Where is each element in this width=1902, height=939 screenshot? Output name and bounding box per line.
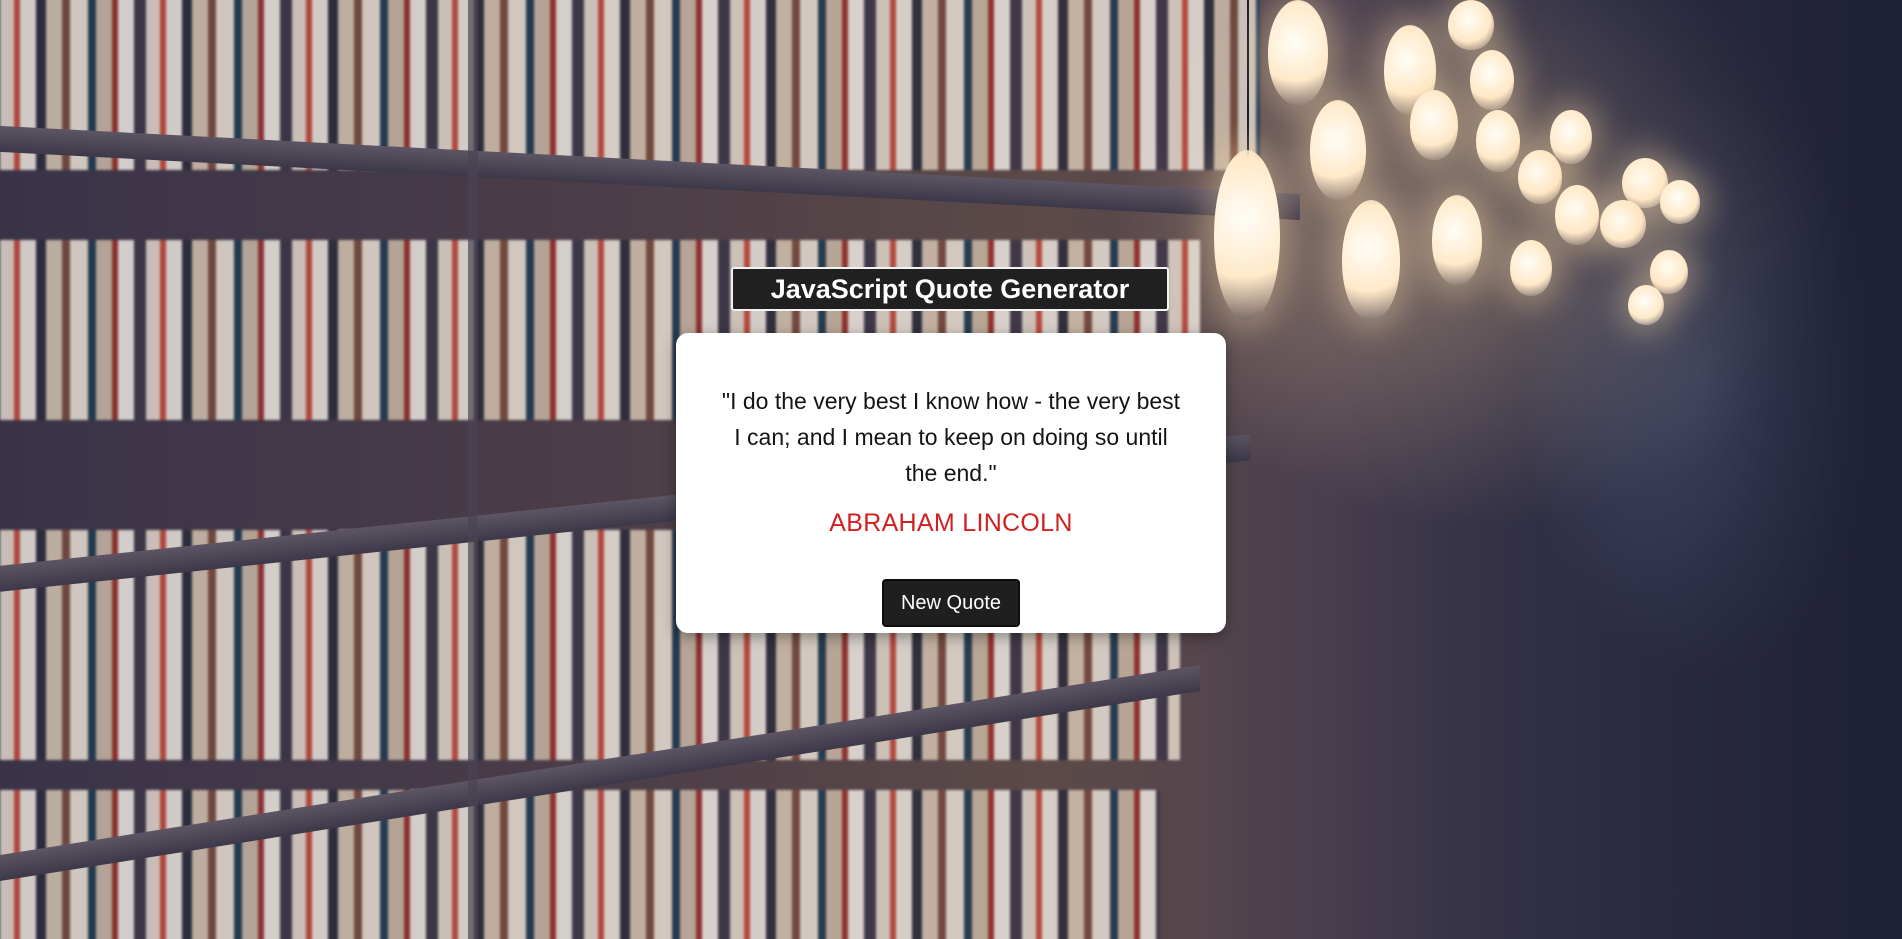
light-bulb [1268,0,1328,105]
bookshelf-row [0,790,1160,939]
light-bulb [1432,195,1482,285]
light-bulb [1550,110,1592,164]
light-bulb [1342,200,1400,320]
new-quote-button[interactable]: New Quote [882,579,1020,627]
light-bulb [1470,50,1514,110]
light-bulb [1628,285,1664,325]
light-bulb [1476,110,1520,172]
light-bulb [1510,240,1552,296]
quote-author: ABRAHAM LINCOLN [829,509,1073,537]
light-bulb [1660,180,1700,224]
light-bulb [1555,185,1599,245]
light-bulb [1214,150,1280,320]
shelf-post [468,0,478,939]
light-bulb [1448,0,1494,50]
quote-text: "I do the very best I know how - the ver… [721,388,1181,486]
lamp-cord [1247,0,1249,160]
page-title: JavaScript Quote Generator [731,267,1169,311]
light-bulb [1310,100,1366,200]
light-bulb [1410,90,1458,160]
quote-card: "I do the very best I know how - the ver… [676,333,1226,633]
light-bulb [1518,150,1562,204]
